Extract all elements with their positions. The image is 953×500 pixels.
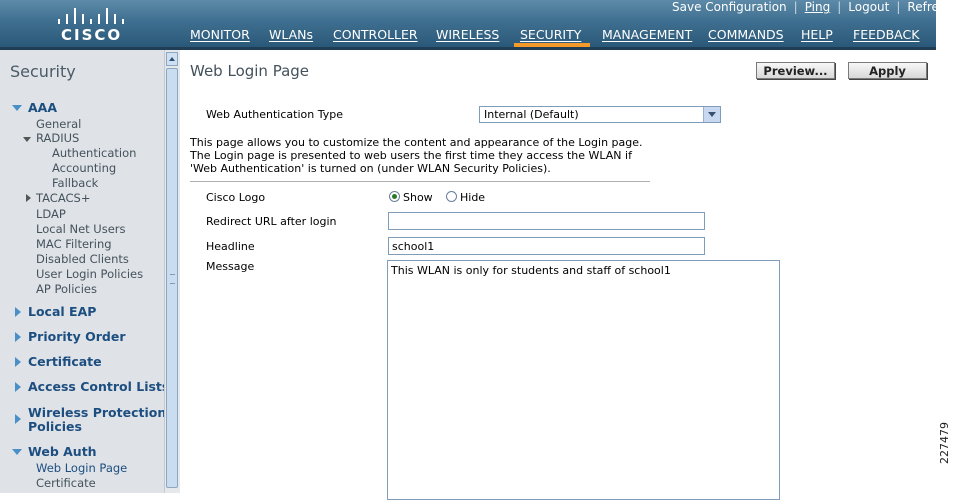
sidebar-item-local-eap[interactable]: Local EAP [28, 304, 96, 319]
nav-wireless[interactable]: WIRELESS [436, 27, 499, 42]
top-links: Save Configuration | Ping | Logout | Refresh [672, 0, 953, 14]
sidebar-item-web-login-page[interactable]: Web Login Page [36, 461, 127, 475]
message-label: Message [206, 260, 255, 273]
collapsed-arrow-icon[interactable] [15, 414, 21, 424]
collapsed-arrow-icon[interactable] [26, 194, 31, 202]
nav-wlans[interactable]: WLANs [269, 27, 313, 42]
page-title: Web Login Page [190, 62, 310, 80]
cisco-logo-label: Cisco Logo [206, 191, 266, 204]
nav-help[interactable]: HELP [801, 27, 833, 42]
web-auth-type-value: Internal (Default) [484, 108, 579, 121]
cisco-logo: CISCO [55, 4, 125, 44]
expanded-arrow-icon[interactable] [23, 137, 31, 142]
expanded-arrow-icon[interactable] [12, 105, 22, 111]
sidebar-title: Security [10, 62, 76, 81]
sidebar: Security AAA General RADIUS Authenticati… [0, 50, 164, 493]
nav-management[interactable]: MANAGEMENT [602, 27, 692, 42]
sidebar-item-ldap[interactable]: LDAP [36, 207, 66, 221]
message-textarea[interactable]: This WLAN is only for students and staff… [387, 260, 780, 500]
sidebar-item-mac-filtering[interactable]: MAC Filtering [36, 237, 112, 251]
sidebar-item-local-net-users[interactable]: Local Net Users [36, 222, 126, 236]
sidebar-item-certificate[interactable]: Certificate [28, 354, 102, 369]
sidebar-item-accounting[interactable]: Accounting [52, 161, 116, 175]
sidebar-item-general[interactable]: General [36, 117, 81, 131]
sidebar-scrollbar[interactable] [164, 50, 180, 493]
nav-commands[interactable]: COMMANDS [708, 27, 784, 42]
sidebar-item-wireless-protection-policies[interactable]: Policies [28, 419, 82, 434]
cisco-logo-icon [58, 6, 124, 24]
sidebar-item-user-login-policies[interactable]: User Login Policies [36, 267, 143, 281]
collapsed-arrow-icon[interactable] [15, 357, 21, 367]
sidebar-item-aaa[interactable]: AAA [28, 100, 57, 115]
refresh-link[interactable]: Refresh [907, 0, 952, 14]
headline-label: Headline [206, 240, 255, 253]
sidebar-item-priority-order[interactable]: Priority Order [28, 329, 126, 344]
grip-icon [170, 274, 175, 284]
hide-label[interactable]: Hide [460, 191, 485, 204]
nav-controller[interactable]: CONTROLLER [333, 27, 418, 42]
scroll-up-icon[interactable] [166, 52, 178, 66]
collapsed-arrow-icon[interactable] [15, 332, 21, 342]
expanded-arrow-icon[interactable] [12, 449, 22, 455]
sidebar-item-ap-policies[interactable]: AP Policies [36, 282, 97, 296]
web-auth-type-label: Web Authentication Type [206, 108, 343, 121]
collapsed-arrow-icon[interactable] [15, 382, 21, 392]
active-nav-indicator [514, 43, 590, 47]
logo-text: CISCO [61, 26, 123, 44]
sidebar-item-authentication[interactable]: Authentication [52, 146, 136, 160]
sidebar-item-fallback[interactable]: Fallback [52, 176, 98, 190]
redirect-url-label: Redirect URL after login [206, 215, 337, 228]
sidebar-item-web-auth-certificate[interactable]: Certificate [36, 476, 96, 490]
sidebar-item-web-auth[interactable]: Web Auth [28, 444, 97, 459]
nav-feedback[interactable]: FEEDBACK [853, 27, 919, 42]
figure-number: 227479 [938, 422, 951, 464]
redirect-url-input[interactable] [388, 212, 705, 230]
scrollbar-thumb[interactable] [166, 68, 178, 488]
chevron-down-icon[interactable] [703, 107, 720, 122]
sidebar-item-radius[interactable]: RADIUS [36, 131, 79, 145]
web-auth-type-select[interactable]: Internal (Default) [479, 106, 721, 123]
sidebar-item-wireless-protection[interactable]: Wireless Protection [28, 405, 164, 420]
nav-security[interactable]: SECURITY [520, 27, 581, 42]
save-configuration-link[interactable]: Save Configuration [672, 0, 787, 14]
hide-radio[interactable] [446, 191, 457, 202]
headline-input[interactable]: school1 [388, 237, 705, 255]
divider [190, 181, 650, 182]
sidebar-item-access-control-lists[interactable]: Access Control Lists [28, 379, 164, 394]
ping-link[interactable]: Ping [805, 0, 831, 14]
sidebar-item-tacacs[interactable]: TACACS+ [36, 191, 90, 205]
page-description: This page allows you to customize the co… [190, 136, 643, 175]
show-radio[interactable] [389, 191, 400, 202]
show-label[interactable]: Show [403, 191, 433, 204]
sidebar-item-disabled-clients[interactable]: Disabled Clients [36, 252, 129, 266]
apply-button[interactable]: Apply [848, 62, 927, 79]
nav-monitor[interactable]: MONITOR [190, 27, 250, 42]
logout-link[interactable]: Logout [848, 0, 889, 14]
preview-button[interactable]: Preview... [756, 62, 835, 79]
collapsed-arrow-icon[interactable] [15, 307, 21, 317]
